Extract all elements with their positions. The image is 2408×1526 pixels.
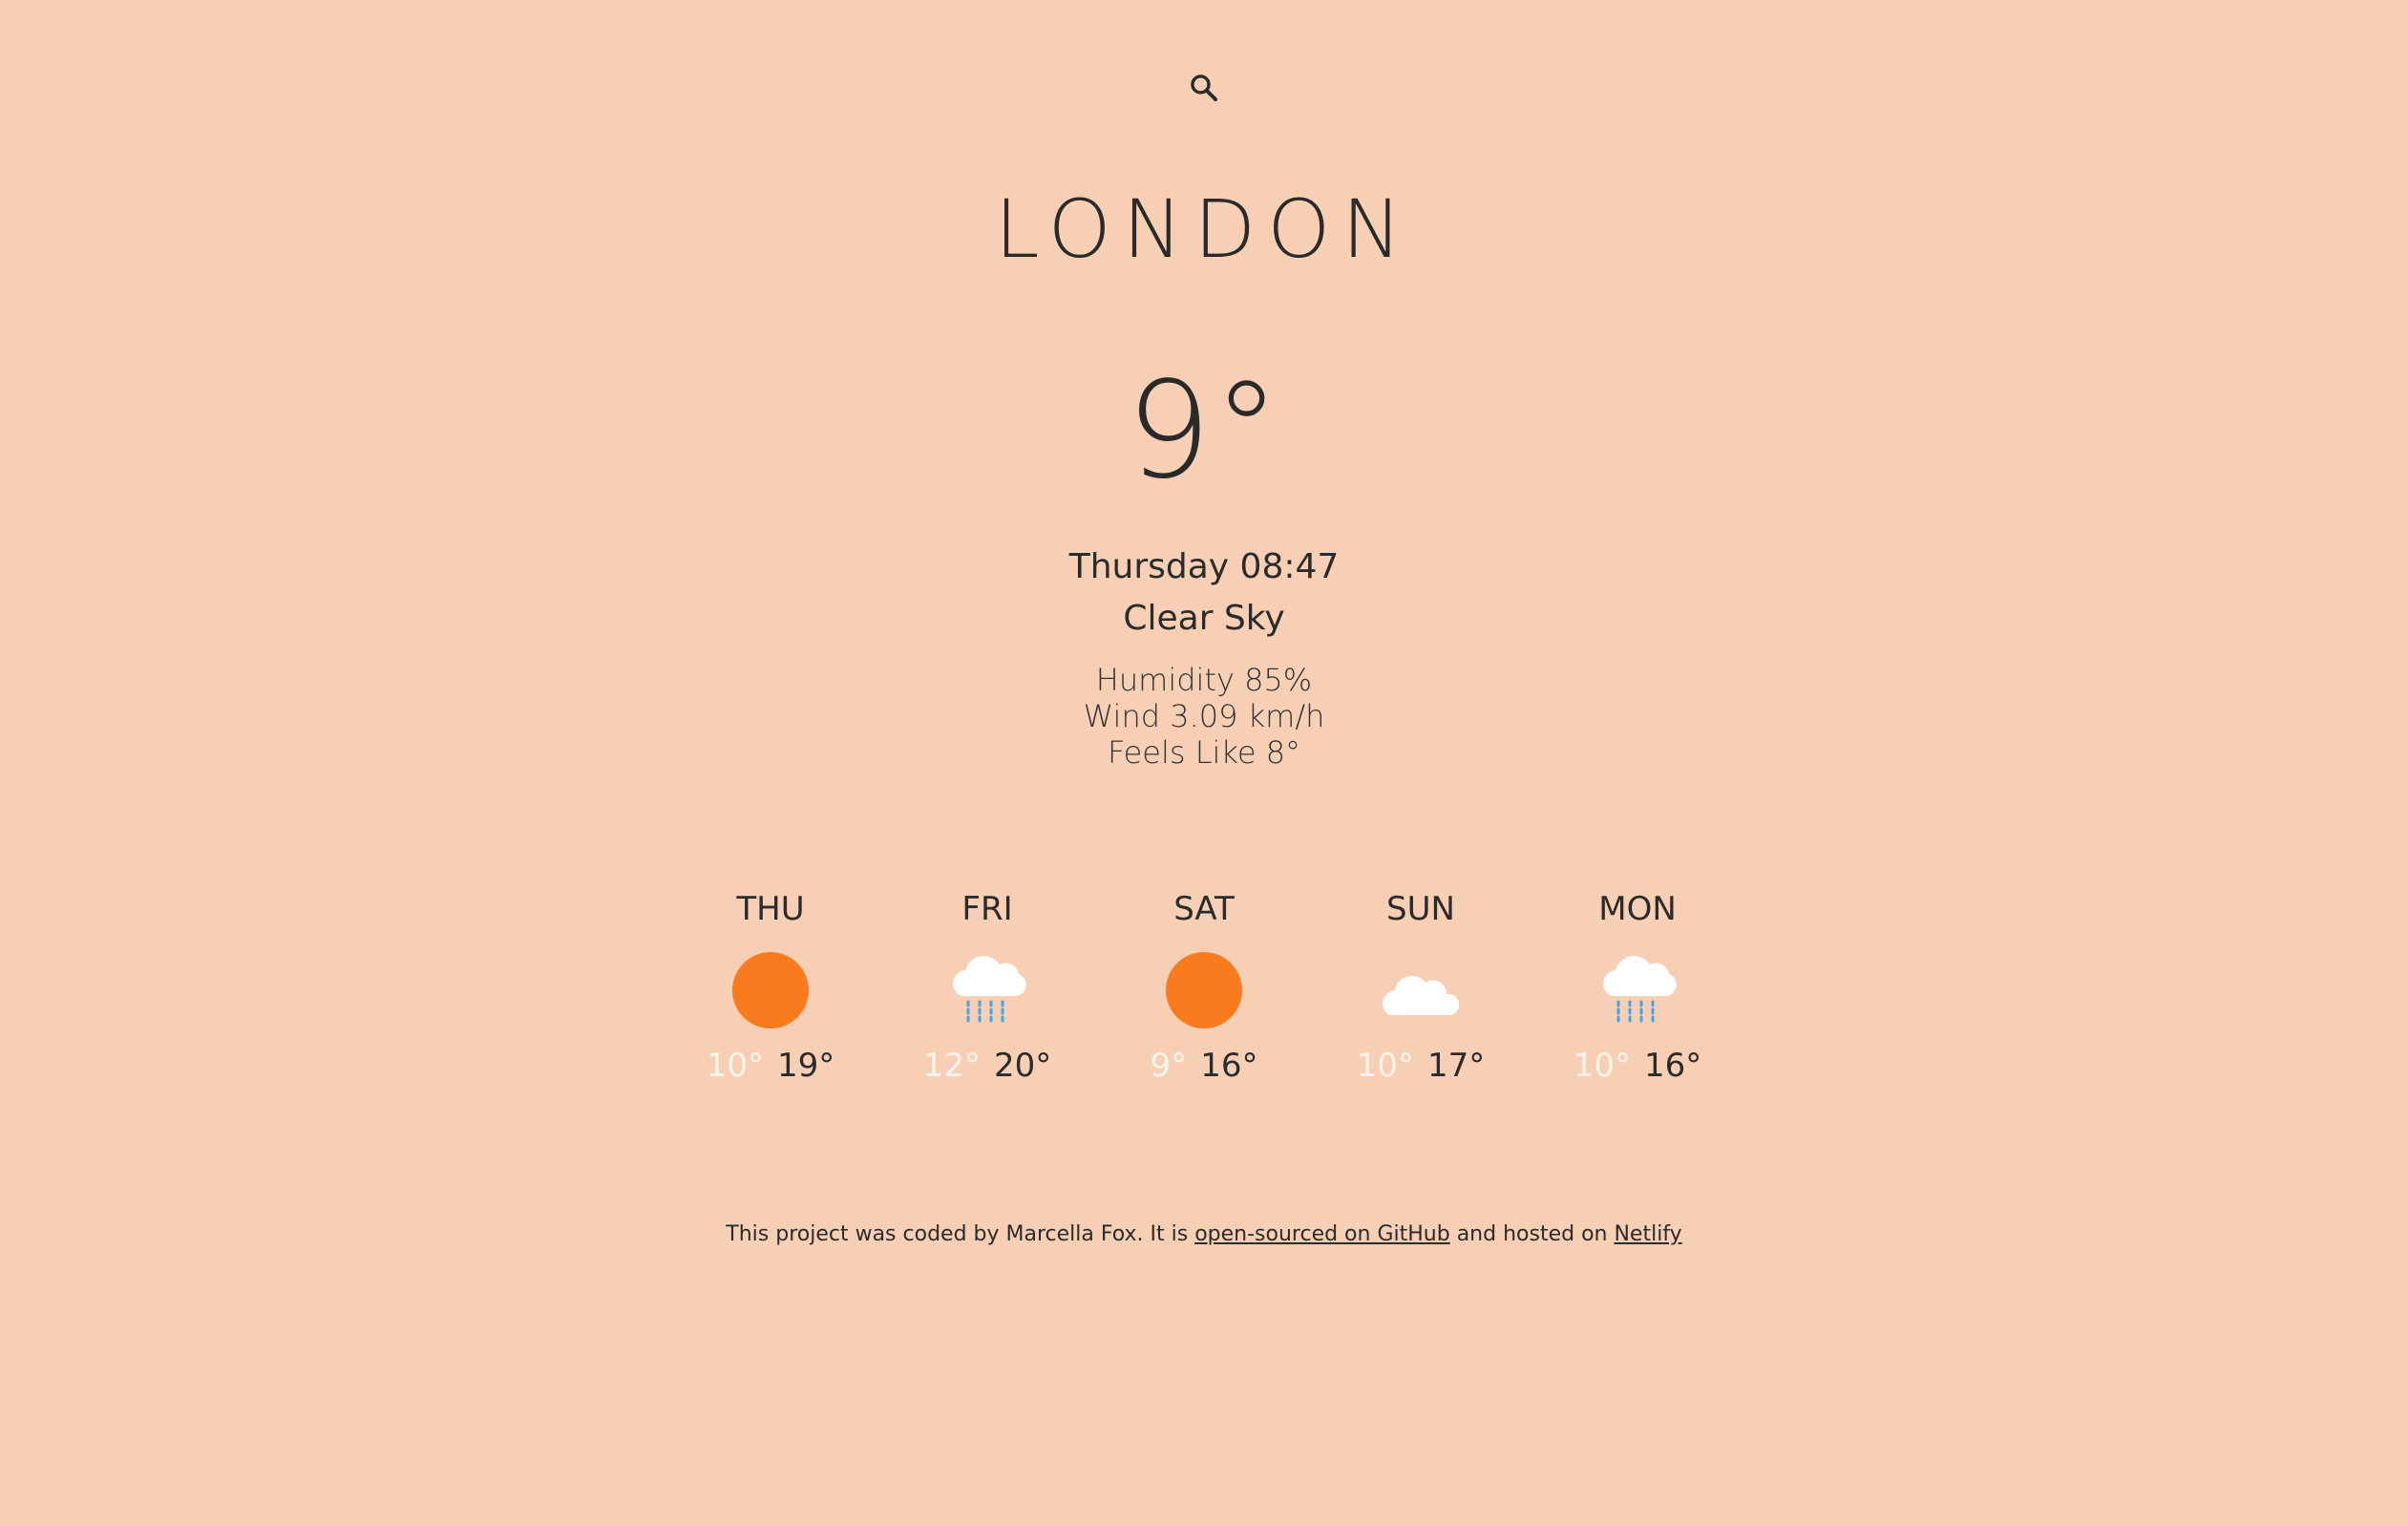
current-temperature-block: 9° [0,365,2408,498]
netlify-link[interactable]: Netlify [1614,1222,1681,1246]
rain-cloud-icon [1603,956,1677,1027]
humidity: Humidity 85% [1095,662,1313,698]
forecast-day-name: SAT [1173,890,1235,928]
footer-text-middle: and hosted on [1449,1222,1615,1246]
weather-details: Humidity 85% Wind 3.09 km/h Feels Like 8… [0,662,2408,771]
search-icon [1191,74,1218,102]
sun-icon [1166,952,1242,1028]
forecast-day-name: THU [736,890,805,928]
forecast-max-temp: 20° [994,1047,1052,1085]
footer: This project was coded by Marcella Fox. … [0,1220,2408,1249]
rain-cloud-icon [953,956,1026,1027]
search-button[interactable] [1185,69,1223,107]
forecast-day-name: SUN [1386,890,1455,928]
current-temperature: 9° [1126,353,1282,509]
sun-icon [732,952,809,1028]
city-name: LONDON [994,182,1414,276]
weather-condition: Clear Sky [1123,599,1285,638]
weather-app: LONDON 9° Thursday 08:47 Clear Sky Humid… [0,0,2408,1526]
forecast-day: MON 10° 16° [1542,888,1733,1087]
current-datetime: Thursday 08:47 [1068,547,1340,586]
github-link[interactable]: open-sourced on GitHub [1194,1222,1450,1246]
footer-text: This project was coded by Marcella Fox. … [726,1222,1195,1246]
forecast-day: SUN 10° 17° [1325,888,1516,1087]
forecast-max-temp: 19° [777,1047,835,1085]
forecast-day-name: FRI [961,890,1013,928]
feels-like: Feels Like 8° [1107,734,1301,771]
forecast-min-temp: 10° [1573,1047,1631,1085]
forecast-min-temp: 10° [1356,1047,1414,1085]
cloud-icon [1383,975,1460,1015]
forecast-min-temp: 9° [1150,1047,1188,1085]
forecast-day-name: MON [1598,890,1677,928]
forecast-day: SAT 9° 16° [1109,888,1299,1087]
forecast-day: FRI 12° 20° [892,888,1083,1087]
forecast-min-temp: 12° [922,1047,981,1085]
forecast: THU 10° 19° FRI 12° 20° SAT 9° 16° SUN 1… [0,888,2408,1098]
forecast-max-temp: 17° [1427,1047,1486,1085]
wind: Wind 3.09 km/h [1083,698,1325,734]
forecast-day: THU 10° 19° [675,888,866,1087]
forecast-max-temp: 16° [1644,1047,1702,1085]
forecast-min-temp: 10° [706,1047,764,1085]
forecast-max-temp: 16° [1200,1047,1258,1085]
